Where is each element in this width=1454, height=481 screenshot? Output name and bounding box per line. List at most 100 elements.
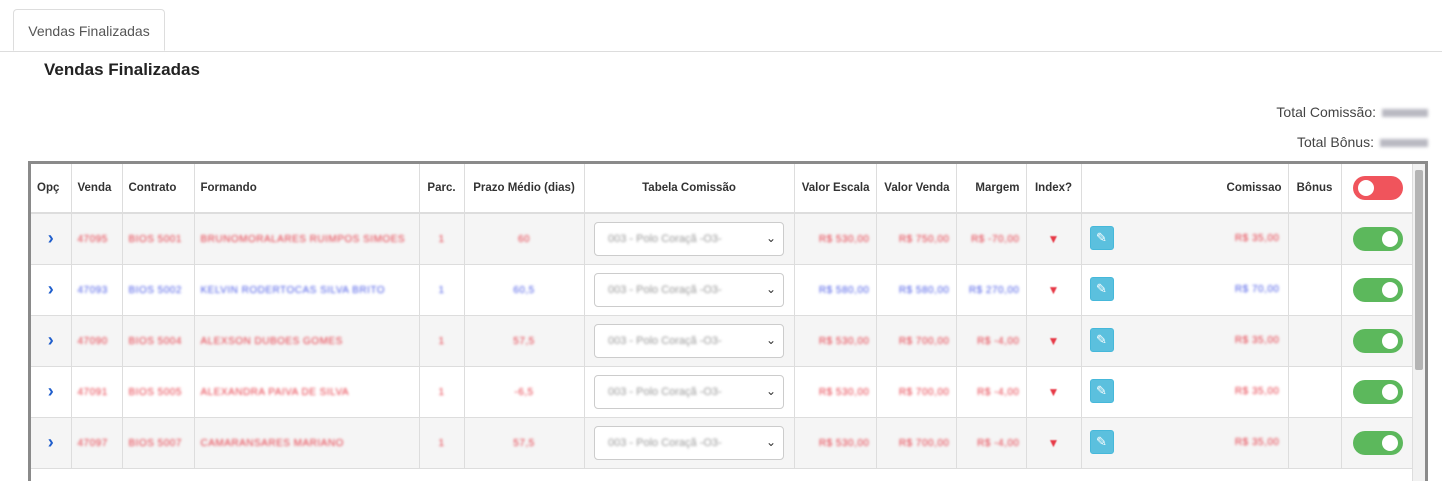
expand-cell[interactable]: › bbox=[31, 366, 72, 418]
edit-comissao-button[interactable]: ✎ bbox=[1089, 429, 1114, 454]
header-tabela-comissao[interactable]: Tabela Comissão bbox=[584, 164, 795, 214]
edit-comissao-button[interactable]: ✎ bbox=[1089, 378, 1114, 403]
index-cell: ▼ bbox=[1026, 315, 1082, 367]
valor-escala-value: R$ 530,00 bbox=[818, 386, 870, 398]
valor-venda-cell: R$ 700,00 bbox=[876, 417, 957, 469]
contrato-value: BIOS 5007 bbox=[128, 437, 182, 449]
header-valor-venda[interactable]: Valor Venda bbox=[876, 164, 957, 214]
row-toggle-switch[interactable] bbox=[1352, 328, 1403, 353]
tab-vendas-finalizadas[interactable]: Vendas Finalizadas bbox=[13, 9, 165, 51]
toggle-knob bbox=[1381, 332, 1398, 349]
prazo-cell: -6,5 bbox=[464, 366, 585, 418]
tabela-comissao-select[interactable] bbox=[594, 323, 784, 358]
toggle-knob bbox=[1381, 434, 1398, 451]
row-toggle-switch[interactable] bbox=[1352, 379, 1403, 404]
total-bonus: Total Bônus: bbox=[1297, 134, 1428, 150]
prazo-cell: 57,5 bbox=[464, 315, 585, 367]
header-comissao[interactable]: Comissao bbox=[1081, 164, 1289, 214]
comissao-value: R$ 35,00 bbox=[1234, 233, 1280, 244]
contrato-value: BIOS 5002 bbox=[128, 284, 182, 296]
header-prazo-medio[interactable]: Prazo Médio (dias) bbox=[464, 164, 585, 214]
total-comissao-label: Total Comissão: bbox=[1276, 104, 1376, 120]
toggle-knob bbox=[1381, 281, 1398, 298]
tabela-comissao-select[interactable] bbox=[594, 272, 784, 307]
tabela-comissao-select[interactable] bbox=[594, 374, 784, 409]
formando-value: ALEXANDRA PAIVA DE SILVA bbox=[200, 386, 350, 398]
comissao-cell: ✎ R$ 35,00 bbox=[1081, 366, 1289, 418]
header-formando[interactable]: Formando bbox=[194, 164, 420, 214]
contrato-value: BIOS 5005 bbox=[128, 386, 182, 398]
prazo-cell: 60,5 bbox=[464, 264, 585, 316]
sales-grid: Opç Venda Contrato Formando Parc. Prazo … bbox=[28, 161, 1428, 481]
venda-value: 47090 bbox=[77, 335, 108, 347]
formando-cell: KELVIN RODERTOCAS SILVA BRITO bbox=[194, 264, 420, 316]
contrato-cell: BIOS 5007 bbox=[122, 417, 195, 469]
edit-comissao-button[interactable]: ✎ bbox=[1089, 327, 1114, 352]
chevron-right-icon[interactable]: › bbox=[37, 228, 65, 249]
valor-venda-cell: R$ 580,00 bbox=[876, 264, 957, 316]
tabela-cell: 003 - Polo Coraçã -O3- ⌄ bbox=[584, 417, 795, 469]
row-toggle-switch[interactable] bbox=[1352, 277, 1403, 302]
tabela-comissao-select-wrap[interactable]: 003 - Polo Coraçã -O3- ⌄ bbox=[594, 323, 784, 358]
expand-cell[interactable]: › bbox=[31, 213, 72, 265]
parc-cell: 1 bbox=[419, 213, 465, 265]
contrato-cell: BIOS 5002 bbox=[122, 264, 195, 316]
header-parc[interactable]: Parc. bbox=[419, 164, 465, 214]
toggle-cell[interactable] bbox=[1341, 213, 1415, 265]
header-bonus[interactable]: Bônus bbox=[1288, 164, 1342, 214]
toggle-all-switch[interactable] bbox=[1352, 176, 1403, 200]
comissao-cell: ✎ R$ 35,00 bbox=[1081, 417, 1289, 469]
valor-venda-value: R$ 700,00 bbox=[898, 437, 950, 449]
header-toggle-all[interactable] bbox=[1341, 164, 1415, 214]
header-index[interactable]: Index? bbox=[1026, 164, 1082, 214]
valor-venda-cell: R$ 750,00 bbox=[876, 213, 957, 265]
valor-venda-value: R$ 580,00 bbox=[898, 284, 950, 296]
header-valor-escala[interactable]: Valor Escala bbox=[794, 164, 877, 214]
table-row: › 47097 BIOS 5007 CAMARANSARES MARIANO 1… bbox=[31, 417, 1415, 469]
margem-value: R$ -4,00 bbox=[977, 386, 1020, 398]
row-toggle-switch[interactable] bbox=[1352, 430, 1403, 455]
bonus-cell bbox=[1288, 417, 1342, 469]
toggle-cell[interactable] bbox=[1341, 315, 1415, 367]
header-margem[interactable]: Margem bbox=[956, 164, 1027, 214]
chevron-right-icon[interactable]: › bbox=[37, 432, 65, 453]
valor-venda-cell: R$ 700,00 bbox=[876, 366, 957, 418]
formando-value: KELVIN RODERTOCAS SILVA BRITO bbox=[200, 284, 386, 296]
header-venda[interactable]: Venda bbox=[71, 164, 123, 214]
prazo-value: 60,5 bbox=[513, 284, 535, 296]
valor-escala-value: R$ 580,00 bbox=[818, 284, 870, 296]
venda-cell: 47093 bbox=[71, 264, 123, 316]
venda-cell: 47097 bbox=[71, 417, 123, 469]
tabela-comissao-select[interactable] bbox=[594, 425, 784, 460]
comissao-value: R$ 70,00 bbox=[1234, 283, 1280, 295]
row-toggle-switch[interactable] bbox=[1352, 226, 1403, 251]
parc-value: 1 bbox=[438, 284, 445, 296]
tabela-comissao-select-wrap[interactable]: 003 - Polo Coraçã -O3- ⌄ bbox=[594, 425, 784, 460]
tabela-comissao-select-wrap[interactable]: 003 - Polo Coraçã -O3- ⌄ bbox=[594, 374, 784, 409]
scrollbar-thumb[interactable] bbox=[1415, 170, 1423, 370]
formando-cell: ALEXANDRA PAIVA DE SILVA bbox=[194, 366, 420, 418]
tabela-comissao-select-wrap[interactable]: 003 - Polo Coraçã -O3- ⌄ bbox=[594, 272, 784, 307]
header-contrato[interactable]: Contrato bbox=[122, 164, 195, 214]
contrato-cell: BIOS 5005 bbox=[122, 366, 195, 418]
expand-cell[interactable]: › bbox=[31, 315, 72, 367]
total-comissao-value-redacted bbox=[1382, 109, 1428, 118]
edit-comissao-button[interactable]: ✎ bbox=[1089, 226, 1114, 250]
toggle-knob bbox=[1357, 180, 1374, 196]
vertical-scrollbar[interactable] bbox=[1412, 164, 1425, 481]
tabela-cell: 003 - Polo Coraçã -O3- ⌄ bbox=[584, 366, 795, 418]
toggle-cell[interactable] bbox=[1341, 417, 1415, 469]
edit-comissao-button[interactable]: ✎ bbox=[1089, 276, 1114, 301]
chevron-right-icon[interactable]: › bbox=[37, 279, 65, 300]
chevron-right-icon[interactable]: › bbox=[37, 330, 65, 351]
toggle-cell[interactable] bbox=[1341, 366, 1415, 418]
table-row: › 47090 BIOS 5004 ALEXSON DUBOES GOMES 1… bbox=[31, 315, 1415, 367]
parc-cell: 1 bbox=[419, 264, 465, 316]
expand-cell[interactable]: › bbox=[31, 264, 72, 316]
chevron-right-icon[interactable]: › bbox=[37, 381, 65, 402]
tabela-comissao-select[interactable] bbox=[594, 221, 784, 256]
tabela-comissao-select-wrap[interactable]: 003 - Polo Coraçã -O3- ⌄ bbox=[594, 221, 784, 256]
toggle-cell[interactable] bbox=[1341, 264, 1415, 316]
expand-cell[interactable]: › bbox=[31, 417, 72, 469]
margem-cell: R$ -4,00 bbox=[956, 315, 1027, 367]
